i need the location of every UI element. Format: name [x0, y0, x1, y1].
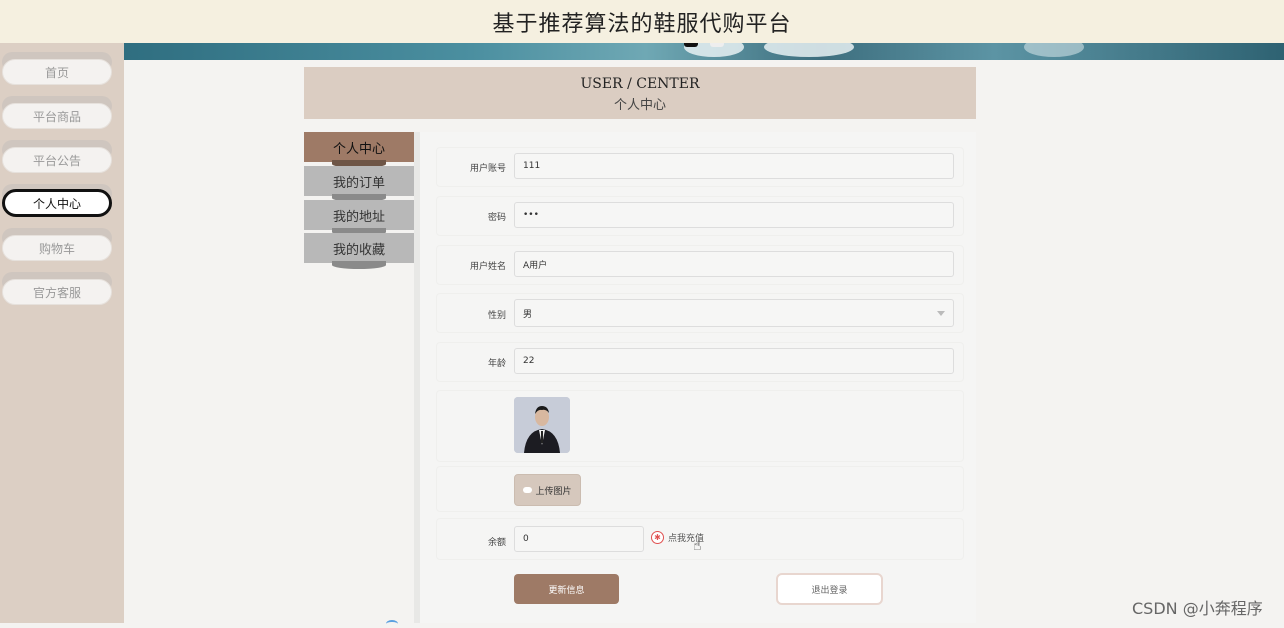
- hand-cursor-icon: ☝: [693, 538, 702, 554]
- sidebar-item-label: 购物车: [2, 235, 112, 261]
- sidebar-item-customer-service[interactable]: 官方客服: [0, 272, 114, 309]
- sidebar-item-products[interactable]: 平台商品: [0, 96, 114, 133]
- page-header-en: USER / CENTER: [580, 76, 700, 92]
- tab-label: 我的地址: [332, 209, 385, 225]
- scroll-indicator: [386, 620, 398, 628]
- sidebar-item-label: 首页: [2, 59, 112, 85]
- upload-label: 上传图片: [535, 486, 572, 497]
- logout-button[interactable]: 退出登录: [776, 573, 883, 605]
- user-center-tabs: 个人中心 我的订单 我的地址 我的收藏: [304, 132, 414, 544]
- balance-field: 0: [514, 526, 644, 552]
- sidebar-item-label: 平台公告: [2, 147, 112, 173]
- account-field[interactable]: 111: [514, 153, 954, 179]
- tab-my-orders[interactable]: 我的订单: [304, 166, 414, 202]
- tab-label: 个人中心: [332, 141, 385, 157]
- sidebar-item-cart[interactable]: 购物车: [0, 228, 114, 265]
- watermark: CSDN @小奔程序: [1132, 599, 1263, 618]
- sidebar-item-announcements[interactable]: 平台公告: [0, 140, 114, 177]
- top-bar: 基于推荐算法的鞋服代购平台: [0, 0, 1284, 44]
- age-label: 年龄: [487, 359, 506, 369]
- page-title: 个人中心: [613, 98, 666, 113]
- upload-cloud-icon: [523, 487, 533, 493]
- account-label: 用户账号: [469, 164, 506, 174]
- tab-label: 我的订单: [332, 175, 385, 191]
- upload-image-button[interactable]: 上传图片: [514, 474, 581, 506]
- name-label: 用户姓名: [469, 262, 506, 272]
- balance-label: 余额: [487, 538, 506, 548]
- banner-image: [124, 43, 1284, 60]
- sidebar-item-label: 官方客服: [2, 279, 112, 305]
- password-label: 密码: [487, 213, 506, 223]
- sidebar-item-user-center[interactable]: 个人中心: [0, 184, 114, 221]
- sidebar-item-label: 个人中心: [2, 189, 112, 217]
- gender-select[interactable]: 男: [514, 299, 954, 327]
- password-field[interactable]: •••: [514, 202, 954, 228]
- tab-label: 我的收藏: [332, 242, 385, 258]
- tab-my-favorites[interactable]: 我的收藏: [304, 233, 414, 269]
- chevron-down-icon: [937, 311, 945, 316]
- update-info-button[interactable]: 更新信息: [514, 574, 619, 604]
- sidebar-item-home[interactable]: 首页: [0, 52, 114, 89]
- page-header: USER / CENTER 个人中心: [304, 67, 976, 119]
- gender-value: 男: [523, 309, 533, 320]
- name-field[interactable]: A用户: [514, 251, 954, 277]
- avatar: [514, 397, 570, 453]
- gender-label: 性别: [487, 311, 506, 321]
- tab-my-addresses[interactable]: 我的地址: [304, 200, 414, 236]
- sidebar: 首页 平台商品 平台公告 个人中心 购物车 官方客服: [0, 43, 124, 623]
- recharge-icon: ✱: [651, 531, 664, 544]
- app-title: 基于推荐算法的鞋服代购平台: [492, 11, 792, 37]
- tab-user-center[interactable]: 个人中心: [304, 132, 414, 168]
- age-field[interactable]: 22: [514, 348, 954, 374]
- sidebar-item-label: 平台商品: [2, 103, 112, 129]
